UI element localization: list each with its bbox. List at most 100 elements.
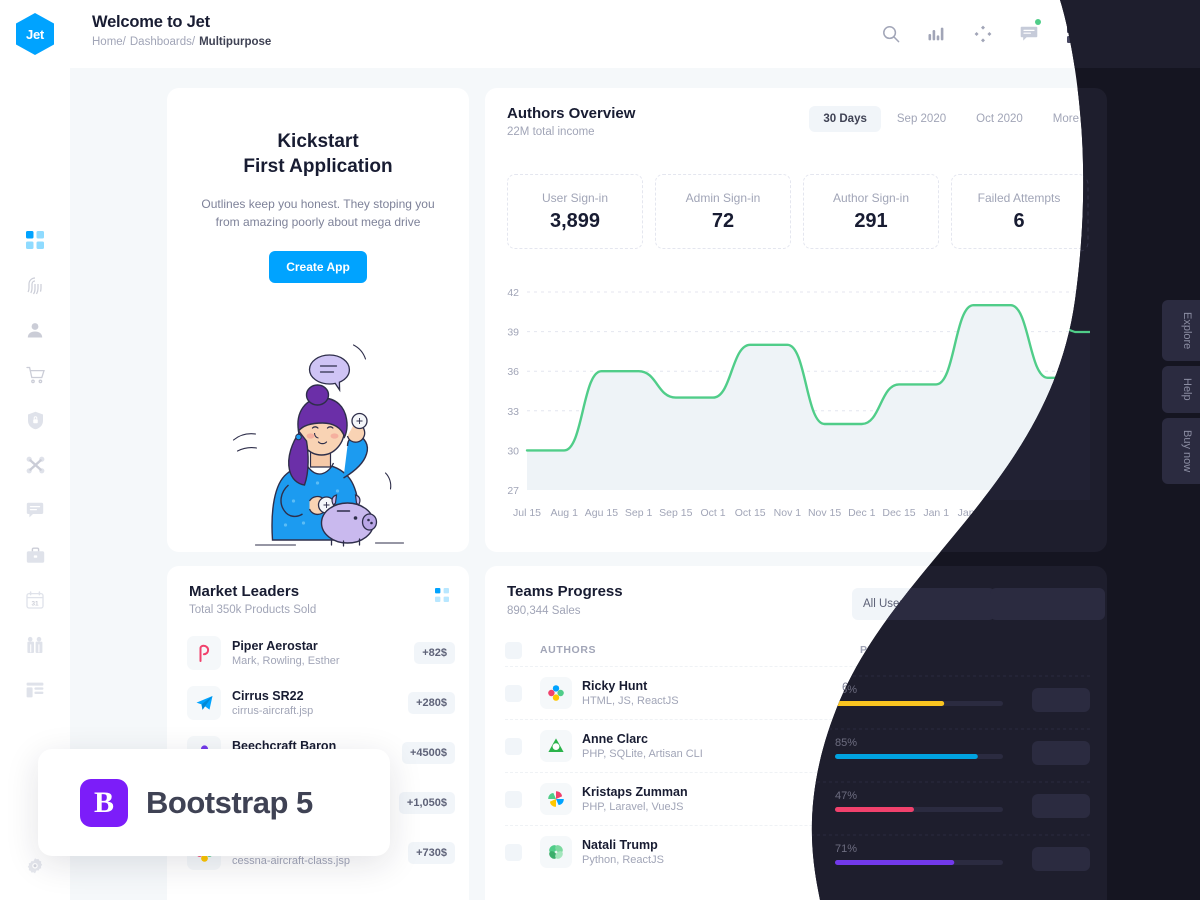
- sidebar-item-chat[interactable]: [18, 497, 52, 523]
- kickstart-card: Kickstart First Application Outlines kee…: [167, 88, 469, 552]
- author-names: Ricky Hunt HTML, JS, ReactJS: [582, 679, 679, 707]
- progress-fill: [842, 805, 921, 811]
- tab-sep-2020[interactable]: Sep 2020: [883, 106, 960, 132]
- sidebar-item-calendar[interactable]: 31: [18, 587, 52, 613]
- bootstrap-label: Bootstrap 5: [146, 784, 313, 820]
- author-stack: HTML, JS, ReactJS: [582, 695, 679, 707]
- stat-value: 72: [711, 209, 735, 232]
- analytics-button[interactable]: [923, 20, 951, 48]
- sidebar-item-fingerprint[interactable]: [18, 272, 52, 298]
- progress-track: [842, 699, 1010, 705]
- view-button[interactable]: View: [1026, 786, 1084, 812]
- view-button[interactable]: View: [1026, 839, 1084, 865]
- sidebar-item-dashboard[interactable]: [18, 227, 52, 253]
- market-leader-row[interactable]: Cirrus SR22 cirrus-aircraft.jsp +280$: [187, 678, 455, 728]
- page-title: Welcome to Jet: [92, 13, 210, 31]
- notifications-button[interactable]: [1015, 19, 1043, 48]
- market-leader-row[interactable]: Piper Aerostar Mark, Rowling, Esther +82$: [187, 628, 455, 678]
- x-tick-label: Jan 1: [923, 507, 949, 519]
- cart-icon: [25, 366, 45, 384]
- p-logo-icon: [199, 644, 209, 662]
- search-button[interactable]: [877, 20, 905, 48]
- stat-failed-attempts: Failed Attempts 6: [951, 174, 1087, 249]
- authors-title: Authors Overview: [507, 105, 636, 122]
- market-title: Market Leaders: [189, 583, 300, 600]
- market-menu-button[interactable]: [435, 588, 449, 607]
- breadcrumb-home[interactable]: Home/: [92, 36, 126, 48]
- avatar[interactable]: [1153, 17, 1186, 51]
- author-names: Kristaps Zumman PHP, Laravel, VueJS: [582, 785, 688, 813]
- sidebar-item-projects[interactable]: [18, 542, 52, 568]
- market-leader-thumb: [187, 686, 221, 720]
- teams-title: Teams Progress: [507, 583, 623, 600]
- y-tick-label: 30: [507, 445, 519, 457]
- row-action: View: [1023, 786, 1087, 812]
- drive-icon: [548, 738, 564, 752]
- kickstart-illustration: [226, 333, 411, 553]
- author-stack: Python, ReactJS: [582, 854, 664, 866]
- notification-badge-dot: [1035, 19, 1041, 25]
- teams-search-box[interactable]: Search: [978, 588, 1093, 620]
- row-author: Ricky Hunt HTML, JS, ReactJS: [522, 677, 842, 709]
- x-tick-label: Mar 1: [1072, 507, 1099, 519]
- row-checkbox[interactable]: [505, 843, 522, 861]
- sidebar-item-layout[interactable]: [18, 677, 52, 703]
- table-row[interactable]: Kristaps Zumman PHP, Laravel, VueJS 47% Vie…: [505, 772, 1087, 825]
- app-logo-text: Jet: [26, 26, 44, 42]
- sidebar-item-gifts[interactable]: [18, 632, 52, 658]
- select-all-checkbox[interactable]: [505, 641, 522, 659]
- sidebar-item-drone[interactable]: [18, 452, 52, 478]
- author-name: Ricky Hunt: [582, 679, 648, 693]
- side-tab-help[interactable]: Help: [1162, 366, 1200, 413]
- area-fill: [527, 305, 1085, 490]
- row-action: View: [1023, 733, 1087, 759]
- app-grid-button[interactable]: [1061, 20, 1089, 48]
- tab-oct-2020[interactable]: Oct 2020: [962, 106, 1037, 132]
- telegram-plane-icon: [196, 695, 212, 710]
- gear-icon: [27, 858, 43, 874]
- tab-more[interactable]: More: [1039, 106, 1093, 132]
- view-button[interactable]: View: [1026, 733, 1084, 759]
- side-tab-buy-now[interactable]: Buy now: [1162, 417, 1200, 485]
- dark-mode-toggle[interactable]: [1107, 20, 1135, 48]
- moon-icon: [1113, 28, 1127, 42]
- sidebar-item-profile[interactable]: [18, 317, 52, 343]
- market-leader-meta: Mark, Rowling, Esther: [232, 655, 340, 667]
- chat-icon: [26, 502, 44, 517]
- market-leader-badge: +280$: [408, 692, 455, 714]
- breadcrumb-dashboards[interactable]: Dashboards/: [130, 36, 195, 48]
- tab-30-days[interactable]: 30 Days: [809, 106, 881, 132]
- progress-percent: 71%: [842, 840, 866, 853]
- stat-label: Author Sign-in: [832, 190, 910, 205]
- teams-table-header: AUTHORS PROGRESS ACTION: [505, 634, 1087, 666]
- view-button[interactable]: View: [1026, 680, 1084, 706]
- stat-admin-signin: Admin Sign-in 72: [655, 174, 791, 249]
- svg-text:31: 31: [31, 600, 39, 607]
- author-avatar: [540, 677, 572, 709]
- create-app-button[interactable]: Create App: [269, 251, 367, 284]
- apps-button[interactable]: [969, 20, 997, 48]
- sidebar-item-ecommerce[interactable]: [18, 362, 52, 388]
- row-progress: 65%: [842, 682, 1023, 705]
- drone-icon: [26, 456, 44, 474]
- row-checkbox[interactable]: [505, 684, 522, 702]
- users-filter-select[interactable]: All Users: [852, 588, 967, 620]
- table-row[interactable]: Anne Clarc PHP, SQLite, Artisan CLI 85% Vie…: [505, 719, 1087, 772]
- progress-percent: 85%: [842, 734, 866, 747]
- app-logo[interactable]: Jet: [16, 13, 54, 55]
- market-leader-thumb: [187, 636, 221, 670]
- row-checkbox[interactable]: [505, 790, 522, 808]
- side-tab-explore[interactable]: Explore: [1162, 300, 1200, 362]
- row-checkbox[interactable]: [505, 737, 522, 755]
- y-tick-label: 42: [507, 287, 519, 299]
- x-tick-label: Dec 1: [848, 507, 876, 519]
- author-avatar: [540, 836, 572, 868]
- x-tick-label: Sep 1: [625, 507, 653, 519]
- sidebar-settings-button[interactable]: [25, 857, 45, 882]
- sidebar-item-security[interactable]: [18, 407, 52, 433]
- table-row[interactable]: Natali Trump Python, ReactJS 71% View: [505, 825, 1087, 878]
- stat-value: 6: [1013, 209, 1025, 232]
- y-tick-label: 27: [507, 485, 519, 497]
- table-row[interactable]: Ricky Hunt HTML, JS, ReactJS 65% View: [505, 666, 1087, 719]
- market-leader-meta: cirrus-aircraft.jsp: [232, 705, 314, 717]
